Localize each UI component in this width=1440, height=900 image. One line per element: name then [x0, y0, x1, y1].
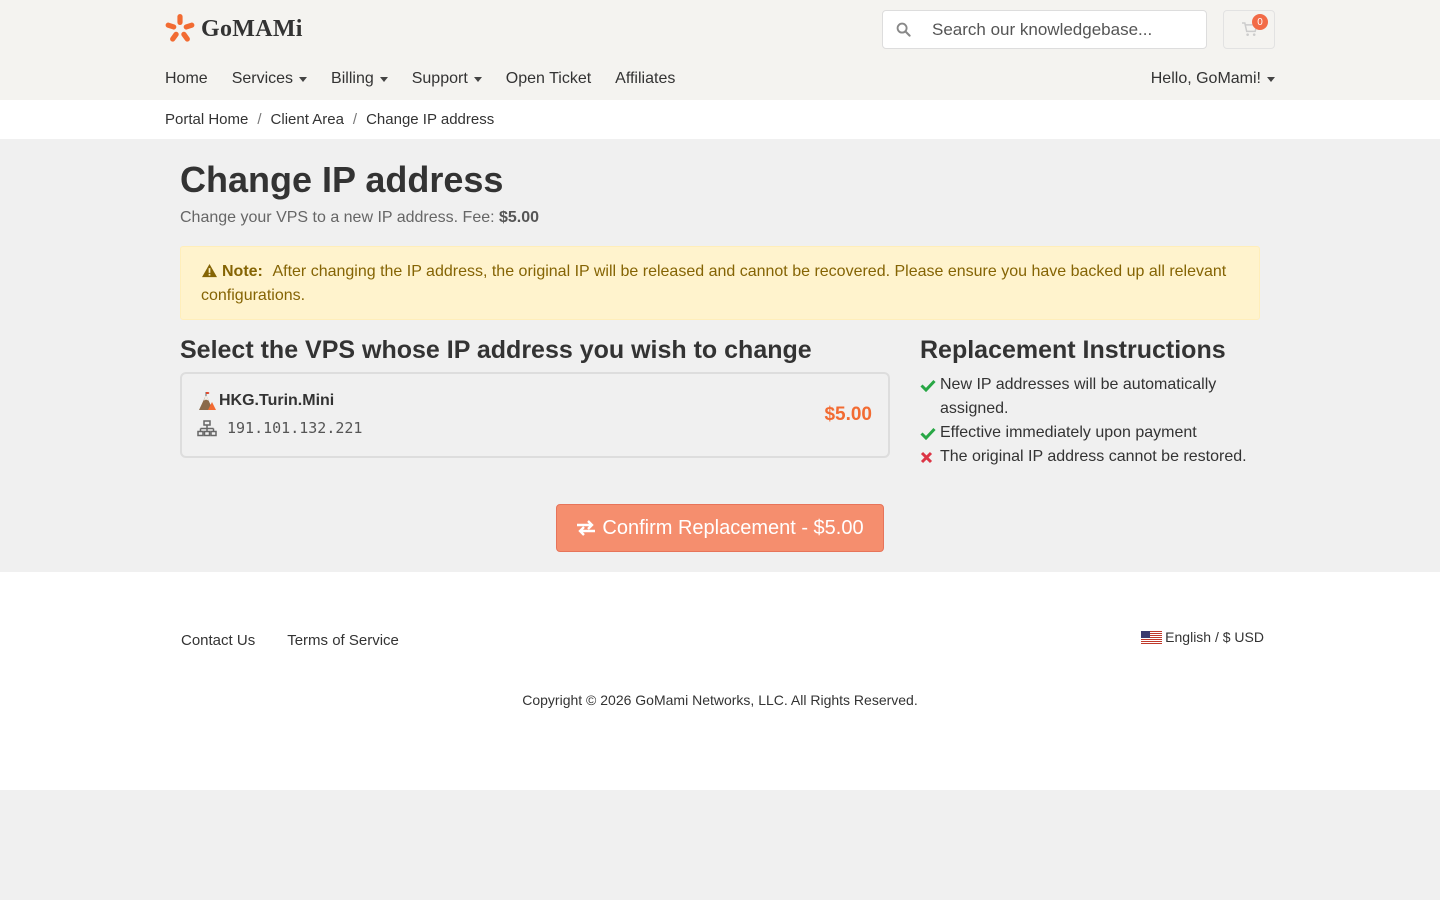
footer-links: Contact Us Terms of Service	[181, 632, 399, 649]
user-menu[interactable]: Hello, GoMami!	[1151, 70, 1275, 88]
vps-option-card[interactable]: HKG.Turin.Mini 191.101.132.221 $5.00	[180, 372, 890, 458]
nav-billing-label: Billing	[331, 70, 374, 87]
chevron-down-icon	[299, 76, 308, 82]
fee-amount: $5.00	[499, 209, 540, 226]
x-icon	[920, 451, 933, 464]
search-input[interactable]	[932, 19, 1192, 40]
network-icon	[197, 419, 217, 436]
page-subtitle: Change your VPS to a new IP address. Fee…	[180, 209, 539, 227]
footer-link-contact[interactable]: Contact Us	[181, 632, 255, 649]
instruction-text: The original IP address cannot be restor…	[940, 448, 1247, 465]
breadcrumb-separator: /	[352, 111, 358, 128]
vps-name-label: HKG.Turin.Mini	[219, 392, 335, 409]
breadcrumb-portal-home[interactable]: Portal Home	[165, 111, 248, 128]
check-icon	[920, 379, 936, 392]
alert-label: Note:	[222, 263, 263, 280]
cart-button[interactable]: 0	[1223, 10, 1275, 49]
breadcrumb-client-area[interactable]: Client Area	[271, 111, 344, 128]
knowledgebase-search	[882, 10, 1207, 49]
cart-count-badge: 0	[1252, 14, 1268, 30]
instruction-text: New IP addresses will be automatically a…	[940, 376, 1217, 417]
exchange-icon	[577, 520, 596, 536]
nav-open-ticket-label: Open Ticket	[505, 70, 592, 87]
vps-ip-address: 191.101.132.221	[227, 419, 363, 437]
breadcrumb: Portal Home / Client Area / Change IP ad…	[0, 100, 1440, 139]
vps-ip: 191.101.132.221	[197, 419, 362, 437]
us-flag-icon	[1141, 630, 1163, 644]
brand-name: GoMAMi	[201, 15, 303, 42]
confirm-replacement-button[interactable]: Confirm Replacement - $5.00	[556, 504, 884, 552]
nav-services-label: Services	[231, 70, 294, 87]
instruction-item: The original IP address cannot be restor…	[920, 445, 1265, 469]
instructions-heading: Replacement Instructions	[920, 336, 1226, 364]
confirm-button-label: Confirm Replacement - $5.00	[602, 516, 864, 539]
check-icon	[920, 427, 936, 440]
warning-icon	[202, 263, 217, 278]
nav-home-label: Home	[165, 70, 208, 87]
nav-open-ticket[interactable]: Open Ticket	[506, 70, 591, 88]
instruction-item: Effective immediately upon payment	[920, 421, 1265, 445]
language-currency-selector[interactable]: English / $ USD	[1141, 629, 1264, 645]
nav-support-label: Support	[411, 70, 468, 87]
warning-alert: Note: After changing the IP address, the…	[180, 246, 1260, 320]
instruction-item: New IP addresses will be automatically a…	[920, 373, 1265, 421]
nav-support[interactable]: Support	[412, 70, 482, 88]
nav-home[interactable]: Home	[165, 70, 208, 88]
nav-billing[interactable]: Billing	[331, 70, 388, 88]
nav-affiliates-label: Affiliates	[615, 70, 676, 87]
footer: Contact Us Terms of Service English / $ …	[0, 572, 1440, 790]
nav-services[interactable]: Services	[231, 70, 308, 88]
language-label: English / $ USD	[1165, 629, 1264, 645]
copyright: Copyright © 2026 GoMami Networks, LLC. A…	[522, 692, 918, 708]
alert-text: After changing the IP address, the origi…	[201, 263, 1227, 304]
user-greeting: Hello, GoMami!	[1150, 70, 1261, 87]
select-vps-heading: Select the VPS whose IP address you wish…	[180, 336, 812, 364]
mountain-icon	[199, 392, 216, 410]
breadcrumb-current: Change IP address	[366, 111, 495, 128]
vps-price: $5.00	[824, 404, 872, 425]
breadcrumb-separator: /	[257, 111, 262, 128]
search-icon	[883, 22, 923, 37]
chevron-down-icon	[379, 76, 388, 82]
chevron-down-icon	[1267, 76, 1275, 82]
page-title: Change IP address	[180, 159, 504, 200]
main-content: Change IP address Change your VPS to a n…	[0, 139, 1440, 572]
vps-name: HKG.Turin.Mini	[197, 391, 334, 411]
subtitle-text: Change your VPS to a new IP address. Fee…	[180, 209, 499, 226]
brand-logo[interactable]: GoMAMi	[165, 14, 303, 44]
asterisk-logo-icon	[165, 14, 195, 42]
nav-affiliates[interactable]: Affiliates	[615, 70, 675, 88]
footer-link-terms[interactable]: Terms of Service	[287, 632, 399, 649]
main-nav: Home Services Billing Support Open Ticke…	[165, 70, 675, 88]
instructions-list: New IP addresses will be automatically a…	[920, 373, 1265, 469]
top-bar: GoMAMi 0 Home Services Billing Support O…	[0, 0, 1440, 100]
chevron-down-icon	[473, 76, 482, 82]
instruction-text: Effective immediately upon payment	[940, 424, 1197, 441]
